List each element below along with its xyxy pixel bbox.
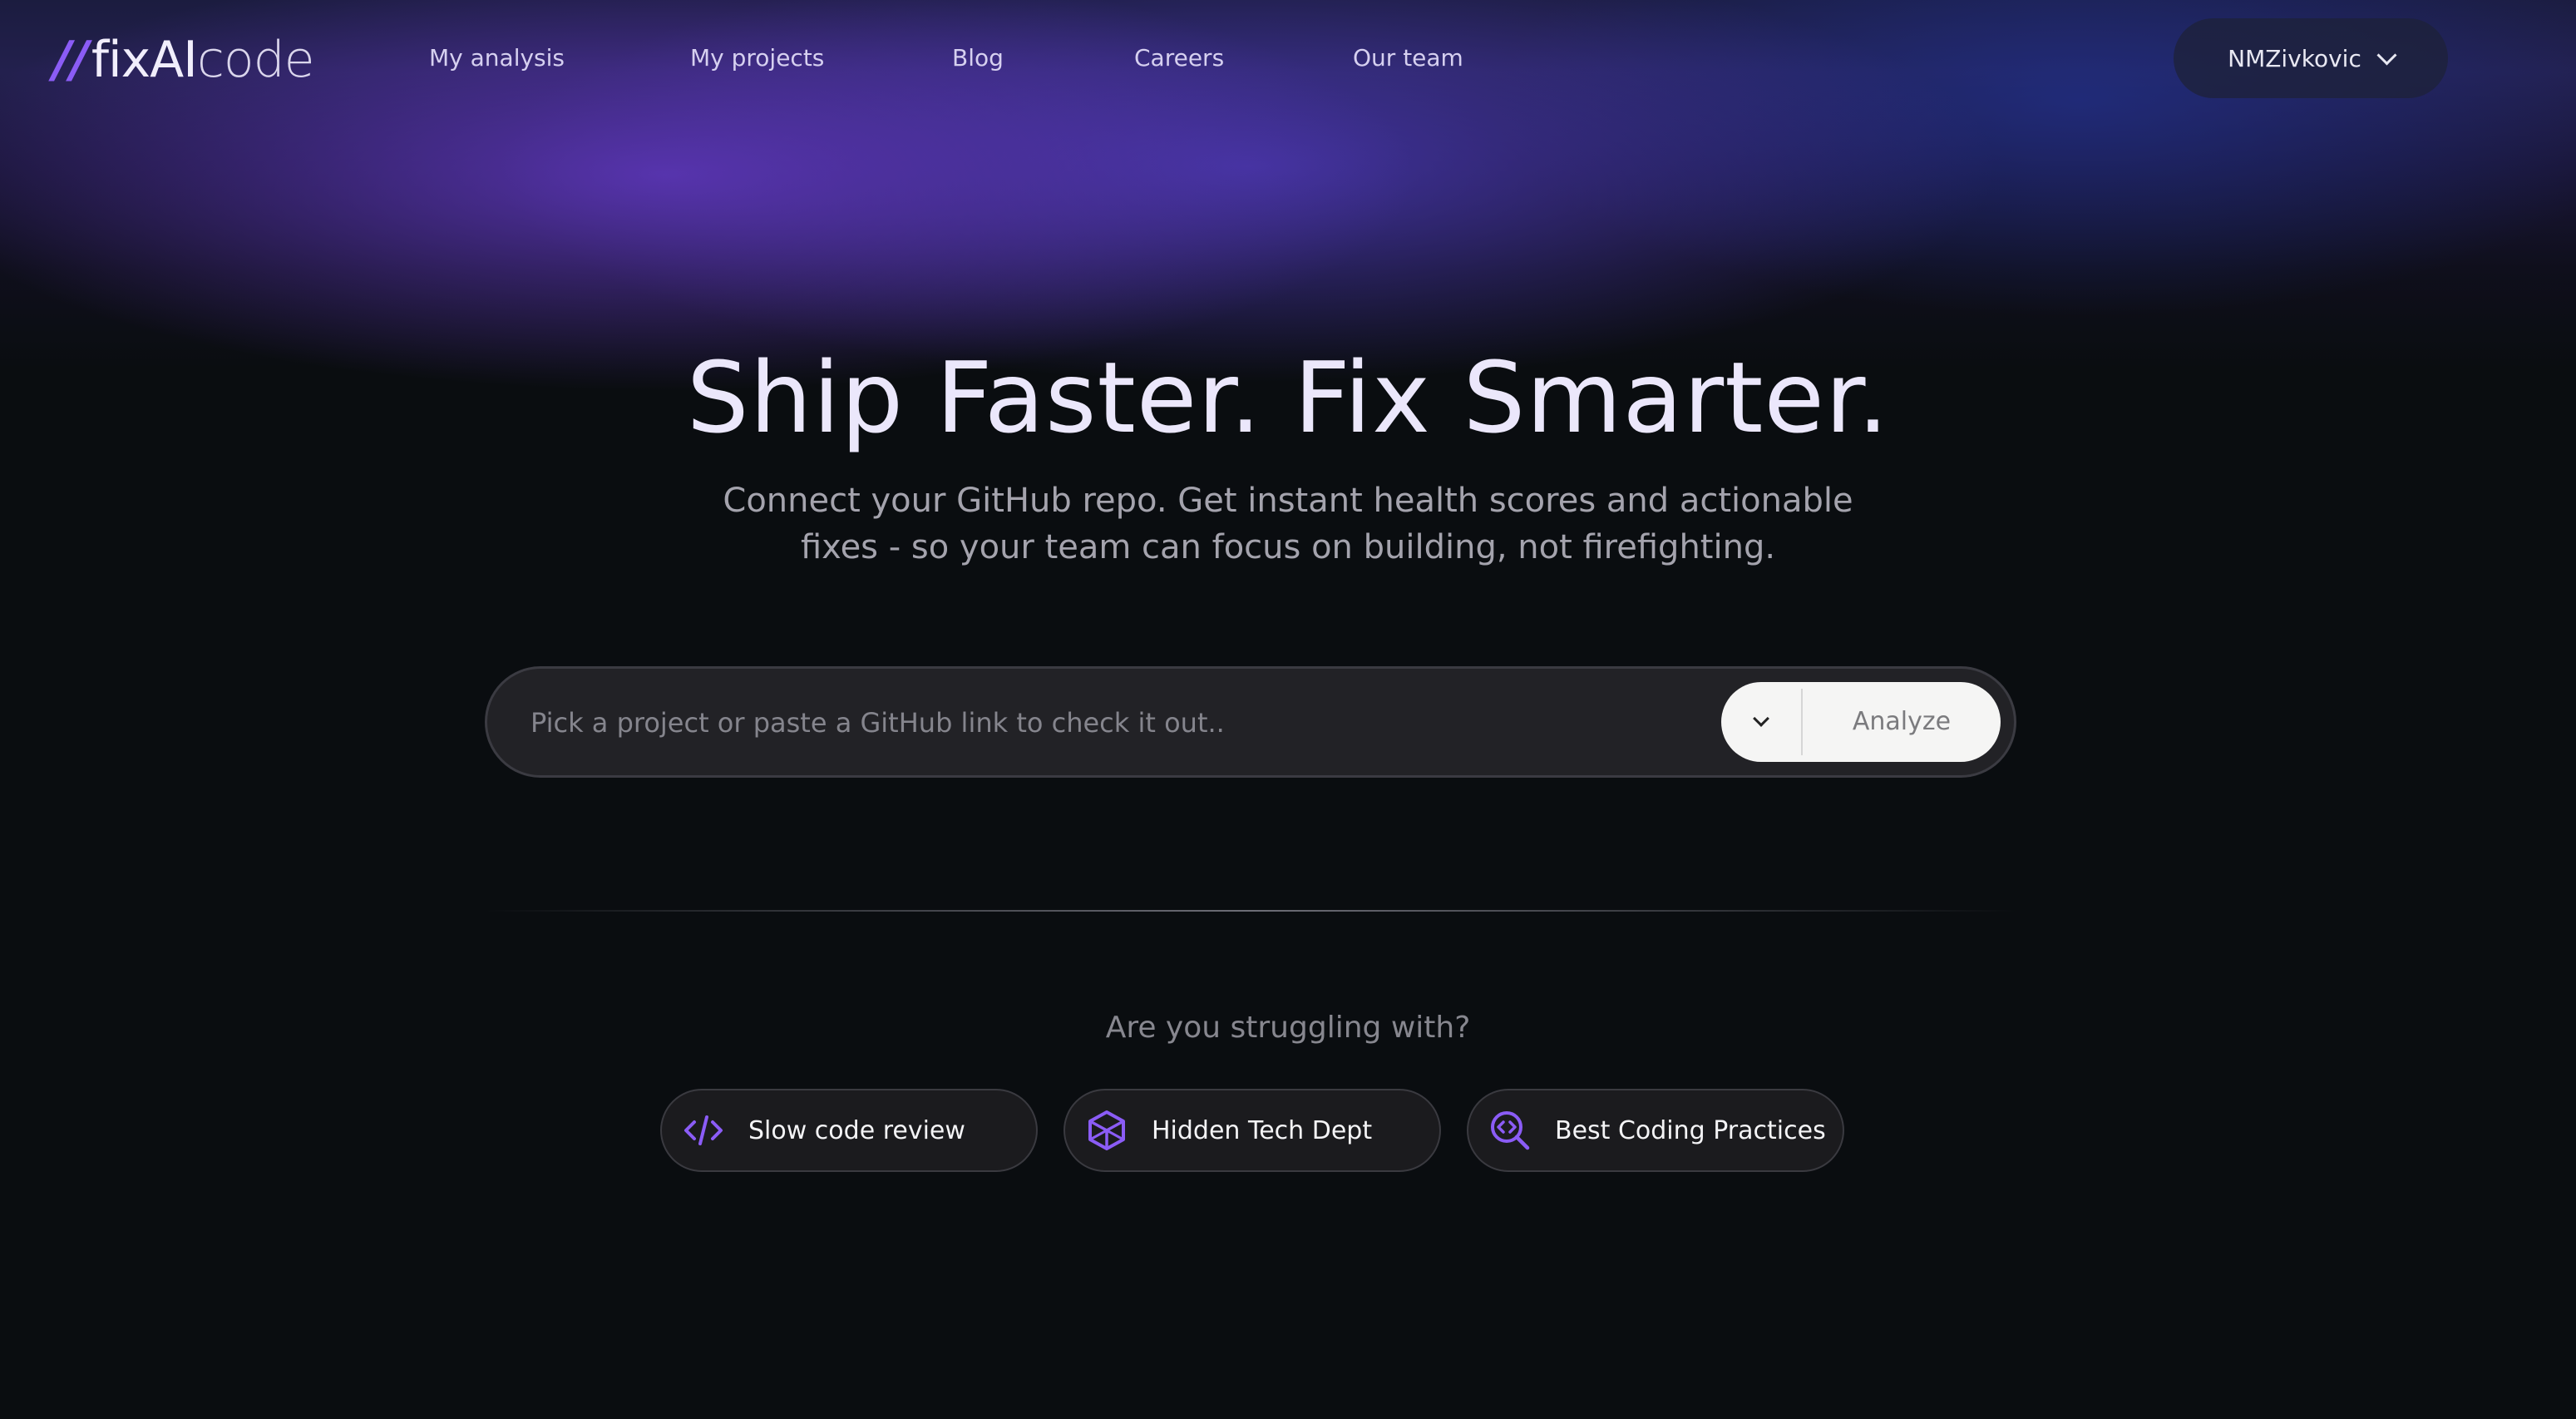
logo-slashes: // xyxy=(53,31,89,89)
analyze-button[interactable]: Analyze xyxy=(1803,682,2001,762)
logo-primary: fixAI xyxy=(91,31,198,89)
code-icon xyxy=(682,1109,725,1152)
search-actions: Analyze xyxy=(1721,682,2001,762)
hero-subtitle-line-2: fixes - so your team can focus on buildi… xyxy=(800,528,1776,566)
struggle-item-label: Slow code review xyxy=(748,1115,965,1145)
project-dropdown-button[interactable] xyxy=(1721,682,1801,762)
cube-icon xyxy=(1085,1109,1128,1152)
search-code-icon xyxy=(1488,1109,1532,1152)
nav-blog[interactable]: Blog xyxy=(952,40,1004,77)
nav-our-team[interactable]: Our team xyxy=(1353,40,1463,77)
section-divider xyxy=(485,910,2016,912)
repo-search-input[interactable] xyxy=(529,669,1680,777)
hero-subtitle: Connect your GitHub repo. Get instant he… xyxy=(706,477,1870,571)
user-menu-button[interactable]: NMZivkovic xyxy=(2174,18,2448,98)
struggle-item-hidden-tech-debt[interactable]: Hidden Tech Dept xyxy=(1063,1089,1441,1172)
repo-search-bar: Analyze xyxy=(485,666,2016,778)
nav-careers[interactable]: Careers xyxy=(1134,40,1224,77)
logo-secondary: code xyxy=(196,31,315,89)
chevron-down-icon xyxy=(1753,710,1769,727)
struggle-item-slow-code-review[interactable]: Slow code review xyxy=(660,1089,1038,1172)
chevron-down-icon xyxy=(2376,44,2397,66)
user-name: NMZivkovic xyxy=(2228,44,2361,72)
hero-subtitle-line-1: Connect your GitHub repo. Get instant he… xyxy=(723,482,1853,520)
struggle-item-best-coding-practices[interactable]: Best Coding Practices xyxy=(1467,1089,1844,1172)
nav-my-projects[interactable]: My projects xyxy=(690,40,824,77)
struggle-item-label: Hidden Tech Dept xyxy=(1152,1115,1373,1145)
struggle-item-label: Best Coding Practices xyxy=(1555,1115,1826,1145)
hero-title: Ship Faster. Fix Smarter. xyxy=(686,340,1890,455)
nav-my-analysis[interactable]: My analysis xyxy=(429,40,565,77)
logo[interactable]: // fixAI code xyxy=(53,27,315,93)
struggle-heading: Are you struggling with? xyxy=(1105,1011,1471,1045)
